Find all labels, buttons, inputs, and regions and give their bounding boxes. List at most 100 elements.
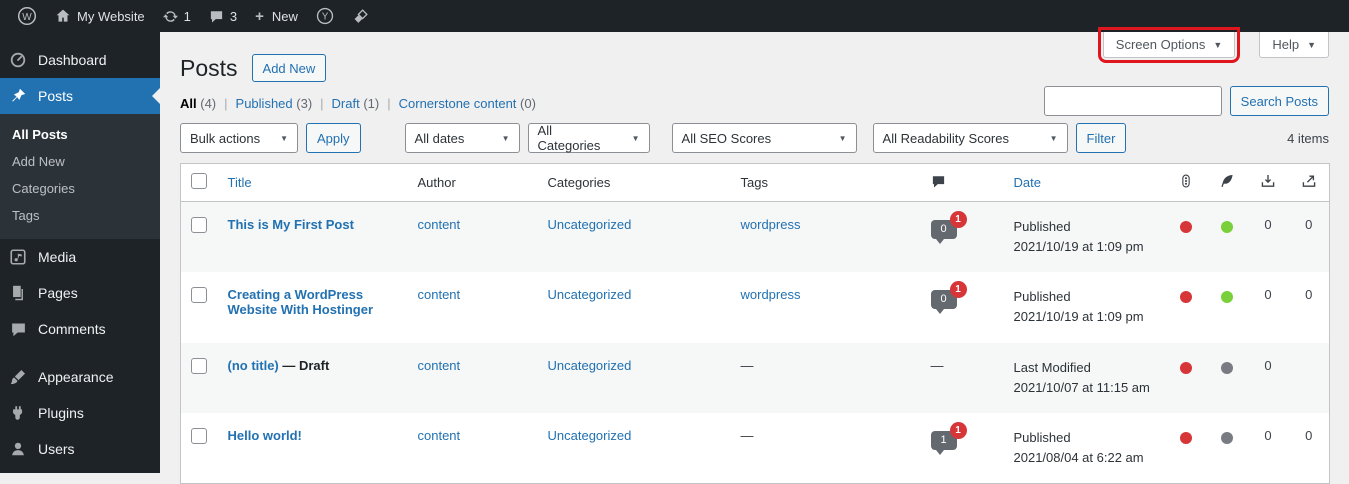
comments-menu[interactable]: 3 [200, 0, 246, 32]
sidebar-subitem-categories[interactable]: Categories [0, 175, 160, 202]
search-box: Search Posts [1044, 86, 1329, 116]
category-link[interactable]: Uncategorized [548, 358, 632, 373]
screen-options-label: Screen Options [1116, 37, 1206, 52]
sidebar-item-appearance[interactable]: Appearance [0, 359, 160, 395]
clone-menu[interactable] [343, 0, 378, 32]
row-checkbox[interactable] [191, 358, 207, 374]
comment-count[interactable]: 0 1 [931, 220, 957, 239]
yoast-seo-menu[interactable]: Y [307, 0, 343, 32]
wordpress-logo-menu[interactable]: W [8, 0, 46, 32]
view-draft-link[interactable]: Draft [332, 96, 360, 111]
row-checkbox[interactable] [191, 428, 207, 444]
updates-menu[interactable]: 1 [154, 0, 200, 32]
category-link[interactable]: Uncategorized [548, 428, 632, 443]
bulk-actions-select[interactable]: Bulk actions ▼ [180, 123, 298, 153]
categories-filter-select[interactable]: All Categories ▼ [528, 123, 650, 153]
table-row: This is My First Post content Uncategori… [181, 202, 1330, 273]
column-header-internal-links[interactable] [1248, 164, 1289, 202]
author-link[interactable]: content [418, 358, 461, 373]
seo-scores-filter-select[interactable]: All SEO Scores ▼ [672, 123, 857, 153]
post-status: Published [1014, 428, 1156, 448]
site-name-menu[interactable]: My Website [46, 0, 154, 32]
column-header-date[interactable]: Date [1004, 164, 1166, 202]
outgoing-links-count: 0 [1305, 217, 1312, 232]
sidebar: Dashboard Posts All Posts Add New Catego… [0, 32, 160, 473]
no-tags-dash: — [741, 428, 754, 443]
select-all-checkbox[interactable] [191, 173, 207, 189]
post-title-link[interactable]: This is My First Post [228, 217, 354, 232]
readability-scores-filter-select[interactable]: All Readability Scores ▼ [873, 123, 1068, 153]
sidebar-item-dashboard[interactable]: Dashboard [0, 42, 160, 78]
view-draft[interactable]: Draft (1) [332, 96, 380, 111]
sidebar-item-label: Comments [38, 321, 106, 337]
post-title-link[interactable]: (no title) [228, 358, 279, 373]
filter-button[interactable]: Filter [1076, 123, 1127, 153]
view-separator: | [387, 96, 390, 111]
posts-table: Title Author Categories Tags Date [180, 163, 1330, 484]
view-count: (1) [363, 96, 379, 111]
column-header-title[interactable]: Title [218, 164, 408, 202]
tag-link[interactable]: wordpress [741, 287, 801, 302]
screen-options-button[interactable]: Screen Options ▼ [1103, 32, 1236, 58]
sidebar-item-label: Posts [38, 88, 73, 104]
row-checkbox[interactable] [191, 287, 207, 303]
sidebar-item-media[interactable]: Media [0, 239, 160, 275]
sidebar-item-label: Media [38, 249, 76, 265]
comment-count[interactable]: 0 1 [931, 290, 957, 309]
column-header-readability[interactable] [1207, 164, 1248, 202]
sidebar-item-pages[interactable]: Pages [0, 275, 160, 311]
admin-bar: W My Website 1 3 + New Y [0, 0, 1349, 32]
row-checkbox[interactable] [191, 217, 207, 233]
tag-link[interactable]: wordpress [741, 217, 801, 232]
sidebar-subitem-all-posts[interactable]: All Posts [0, 121, 160, 148]
search-input[interactable] [1044, 86, 1222, 116]
category-link[interactable]: Uncategorized [548, 217, 632, 232]
column-header-seo-score[interactable] [1166, 164, 1207, 202]
author-link[interactable]: content [418, 287, 461, 302]
sidebar-subitem-add-new[interactable]: Add New [0, 148, 160, 175]
internal-links-count: 0 [1264, 287, 1271, 302]
view-separator: | [320, 96, 323, 111]
seo-score-dot [1180, 291, 1192, 303]
wordpress-logo-icon: W [17, 6, 37, 26]
posts-submenu: All Posts Add New Categories Tags [0, 114, 160, 239]
svg-text:W: W [22, 12, 32, 23]
readability-score-dot [1221, 432, 1233, 444]
category-link[interactable]: Uncategorized [548, 287, 632, 302]
table-header-row: Title Author Categories Tags Date [181, 164, 1330, 202]
comment-bubble-icon [931, 177, 946, 192]
view-cornerstone-link[interactable]: Cornerstone content [399, 96, 517, 111]
chevron-down-icon: ▼ [839, 134, 847, 143]
view-published-link[interactable]: Published [236, 96, 293, 111]
column-header-tags: Tags [731, 164, 921, 202]
sidebar-item-comments[interactable]: Comments [0, 311, 160, 347]
search-posts-button[interactable]: Search Posts [1230, 86, 1329, 116]
apply-button[interactable]: Apply [306, 123, 361, 153]
column-header-comments[interactable] [921, 164, 1004, 202]
dates-filter-select[interactable]: All dates ▼ [405, 123, 520, 153]
clone-diamond-icon [352, 8, 369, 25]
view-published[interactable]: Published (3) [236, 96, 313, 111]
view-all-link[interactable]: All [180, 96, 197, 111]
internal-links-count: 0 [1264, 358, 1271, 373]
pending-comment-badge: 1 [950, 211, 967, 228]
post-title-link[interactable]: Creating a WordPress Website With Hostin… [228, 287, 374, 317]
author-link[interactable]: content [418, 217, 461, 232]
view-separator: | [224, 96, 227, 111]
new-content-menu[interactable]: + New [246, 0, 307, 32]
internal-links-count: 0 [1264, 217, 1271, 232]
sidebar-item-posts[interactable]: Posts [0, 78, 160, 114]
help-button[interactable]: Help ▼ [1259, 32, 1329, 58]
sidebar-item-plugins[interactable]: Plugins [0, 395, 160, 431]
view-cornerstone[interactable]: Cornerstone content (0) [399, 96, 536, 111]
author-link[interactable]: content [418, 428, 461, 443]
comment-count[interactable]: 1 1 [931, 431, 957, 450]
chevron-down-icon: ▼ [280, 134, 288, 143]
comment-bubble-icon [209, 9, 224, 24]
add-new-button[interactable]: Add New [252, 54, 327, 82]
sidebar-item-users[interactable]: Users [0, 431, 160, 467]
view-all[interactable]: All (4) [180, 96, 216, 111]
sidebar-subitem-tags[interactable]: Tags [0, 202, 160, 229]
post-title-link[interactable]: Hello world! [228, 428, 302, 443]
column-header-outgoing-links[interactable] [1289, 164, 1330, 202]
